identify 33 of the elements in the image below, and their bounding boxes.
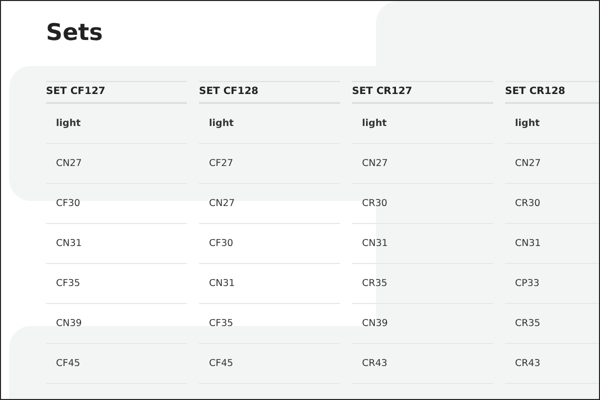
table-cell: CR43	[352, 344, 493, 384]
table-cell: CF35	[46, 264, 187, 304]
table-cell: CN31	[199, 264, 340, 304]
set-heading: SET CF127	[46, 81, 187, 104]
table-cell: CF30	[199, 224, 340, 264]
table-cell: CN27	[505, 144, 599, 184]
table-cell: CN31	[505, 224, 599, 264]
set-heading: SET CR127	[352, 81, 493, 104]
table-cell: CP33	[505, 264, 599, 304]
table-cell: light	[352, 104, 493, 144]
page-title: Sets	[46, 19, 104, 48]
set-heading: SET CR128	[505, 81, 599, 104]
table-cell: CN39	[46, 304, 187, 344]
table-cell: CF45	[46, 344, 187, 384]
table-cell: CF45	[199, 344, 340, 384]
table-cell: CR43	[505, 344, 599, 384]
table-cell: CN27	[46, 144, 187, 184]
table-cell: CF30	[46, 184, 187, 224]
table-cell: light	[505, 104, 599, 144]
table-cell: CN31	[352, 224, 493, 264]
table-cell: CF27	[199, 144, 340, 184]
table-cell: light	[46, 104, 187, 144]
set-heading: SET CF128	[199, 81, 340, 104]
table-cell: CN27	[352, 144, 493, 184]
table-cell: light	[199, 104, 340, 144]
table-cell: CN27	[199, 184, 340, 224]
table-cell: CR30	[505, 184, 599, 224]
table-cell: CR35	[352, 264, 493, 304]
table-cell: CF35	[199, 304, 340, 344]
table-cell: CN39	[352, 304, 493, 344]
table-cell: CR30	[352, 184, 493, 224]
table-cell: CN31	[46, 224, 187, 264]
table-cell: CR35	[505, 304, 599, 344]
